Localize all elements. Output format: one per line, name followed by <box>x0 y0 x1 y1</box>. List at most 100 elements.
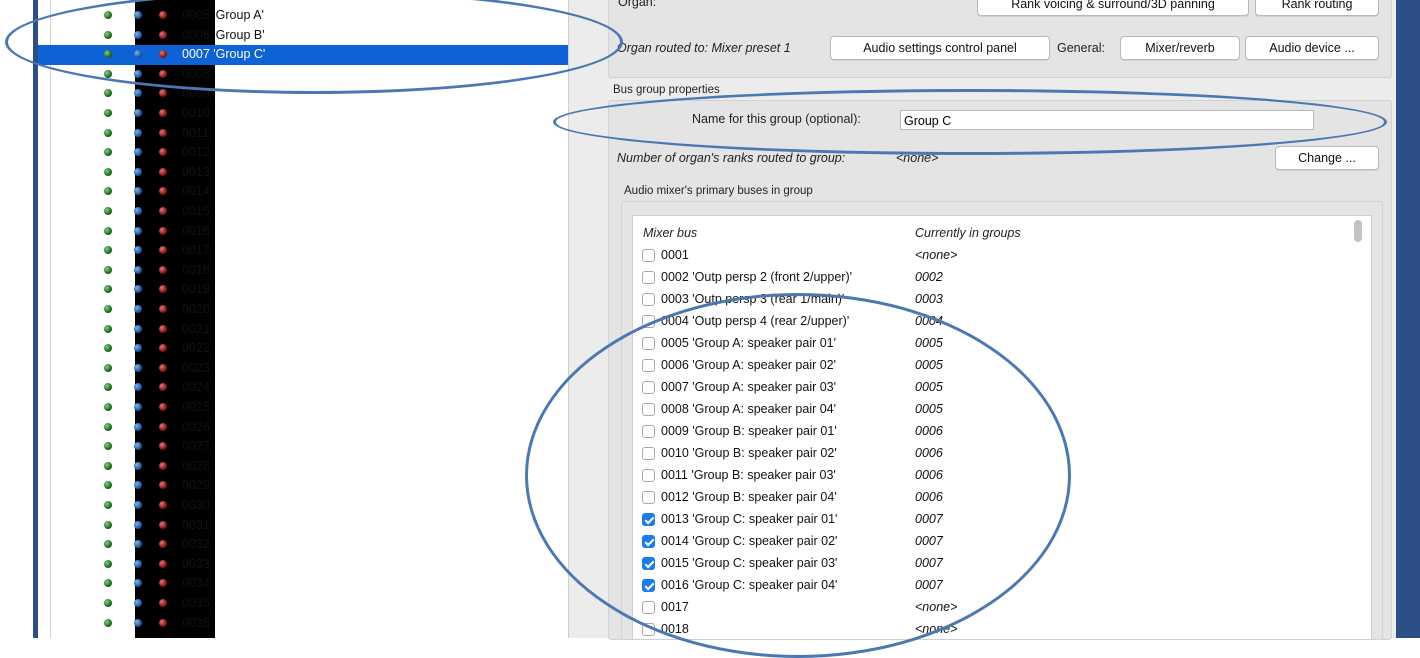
blue-led-icon[interactable] <box>134 305 142 313</box>
red-led-icon[interactable] <box>159 599 167 607</box>
blue-led-icon[interactable] <box>134 344 142 353</box>
blue-led-icon[interactable] <box>134 50 142 59</box>
mixer-bus-list[interactable]: Mixer bus Currently in groups 0001 <none>… <box>632 215 1372 640</box>
blue-led-icon[interactable] <box>134 30 142 39</box>
red-led-icon[interactable] <box>159 403 167 411</box>
blue-led-icon[interactable] <box>134 148 142 157</box>
green-led-icon[interactable] <box>104 69 112 78</box>
green-led-icon[interactable] <box>104 461 112 470</box>
red-led-icon[interactable] <box>159 559 167 568</box>
green-led-icon[interactable] <box>104 109 112 117</box>
red-led-icon[interactable] <box>159 422 167 431</box>
red-led-icon[interactable] <box>159 363 167 372</box>
blue-led-icon[interactable] <box>134 403 142 411</box>
red-led-icon[interactable] <box>159 207 167 215</box>
bus-checkbox[interactable] <box>642 315 655 328</box>
bus-checkbox[interactable] <box>642 403 655 416</box>
blue-led-icon[interactable] <box>134 422 142 431</box>
blue-led-icon[interactable] <box>134 69 142 78</box>
blue-led-icon[interactable] <box>134 618 142 627</box>
green-led-icon[interactable] <box>104 11 112 19</box>
group-row[interactable]: 0013 <box>38 163 568 183</box>
bus-checkbox[interactable] <box>642 535 655 548</box>
group-row[interactable]: 0015 <box>38 202 568 222</box>
green-led-icon[interactable] <box>104 618 112 627</box>
blue-led-icon[interactable] <box>134 520 142 529</box>
bus-checkbox[interactable] <box>642 601 655 614</box>
green-led-icon[interactable] <box>104 344 112 353</box>
bus-row[interactable]: 0014 'Group C: speaker pair 02' 0007 <box>641 532 1341 554</box>
blue-led-icon[interactable] <box>134 246 142 255</box>
red-led-icon[interactable] <box>159 226 167 235</box>
bus-checkbox[interactable] <box>642 425 655 438</box>
green-led-icon[interactable] <box>104 501 112 509</box>
group-row[interactable]: 0022 <box>38 339 568 359</box>
group-row[interactable]: 0019 <box>38 280 568 300</box>
red-led-icon[interactable] <box>159 344 167 353</box>
group-row[interactable]: 0017 <box>38 241 568 261</box>
group-row[interactable]: 0024 <box>38 378 568 398</box>
bus-row[interactable]: 0017 <none> <box>641 598 1341 620</box>
group-row[interactable]: 0010 <box>38 104 568 124</box>
green-led-icon[interactable] <box>104 599 112 607</box>
blue-led-icon[interactable] <box>134 501 142 509</box>
red-led-icon[interactable] <box>159 109 167 117</box>
group-row[interactable]: 0027 <box>38 437 568 457</box>
group-row[interactable]: 0033 <box>38 555 568 575</box>
bus-checkbox[interactable] <box>642 447 655 460</box>
bus-checkbox[interactable] <box>642 381 655 394</box>
green-led-icon[interactable] <box>104 50 112 59</box>
group-row[interactable]: 0011 <box>38 124 568 144</box>
blue-led-icon[interactable] <box>134 324 142 333</box>
green-led-icon[interactable] <box>104 383 112 392</box>
red-led-icon[interactable] <box>159 579 167 588</box>
green-led-icon[interactable] <box>104 285 112 294</box>
change-button[interactable]: Change ... <box>1275 146 1379 170</box>
bus-row[interactable]: 0003 'Outp persp 3 (rear 1/main)' 0003 <box>641 290 1341 312</box>
bus-row[interactable]: 0007 'Group A: speaker pair 03' 0005 <box>641 378 1341 400</box>
green-led-icon[interactable] <box>104 265 112 274</box>
green-led-icon[interactable] <box>104 30 112 39</box>
blue-led-icon[interactable] <box>134 109 142 117</box>
green-led-icon[interactable] <box>104 363 112 372</box>
red-led-icon[interactable] <box>159 246 167 255</box>
group-row[interactable]: 0023 <box>38 359 568 379</box>
red-led-icon[interactable] <box>159 187 167 196</box>
bus-row[interactable]: 0018 <none> <box>641 620 1341 639</box>
bus-row[interactable]: 0004 'Outp persp 4 (rear 2/upper)' 0004 <box>641 312 1341 334</box>
bus-row[interactable]: 0008 'Group A: speaker pair 04' 0005 <box>641 400 1341 422</box>
group-row[interactable]: 0006 'Group B' <box>38 26 568 46</box>
blue-led-icon[interactable] <box>134 89 142 98</box>
green-led-icon[interactable] <box>104 520 112 529</box>
bus-checkbox[interactable] <box>642 579 655 592</box>
blue-led-icon[interactable] <box>134 285 142 294</box>
bus-row[interactable]: 0016 'Group C: speaker pair 04' 0007 <box>641 576 1341 598</box>
red-led-icon[interactable] <box>159 167 167 176</box>
group-row[interactable]: 0020 <box>38 300 568 320</box>
bus-checkbox[interactable] <box>642 513 655 526</box>
group-row[interactable]: 0036 <box>38 614 568 634</box>
green-led-icon[interactable] <box>104 167 112 176</box>
green-led-icon[interactable] <box>104 559 112 568</box>
red-led-icon[interactable] <box>159 540 167 549</box>
blue-led-icon[interactable] <box>134 383 142 392</box>
mixer-reverb-button[interactable]: Mixer/reverb <box>1120 36 1240 60</box>
red-led-icon[interactable] <box>159 481 167 490</box>
blue-led-icon[interactable] <box>134 187 142 196</box>
group-row[interactable]: 0014 <box>38 182 568 202</box>
blue-led-icon[interactable] <box>134 167 142 176</box>
group-row[interactable]: 0025 <box>38 398 568 418</box>
bus-row[interactable]: 0012 'Group B: speaker pair 04' 0006 <box>641 488 1341 510</box>
blue-led-icon[interactable] <box>134 461 142 470</box>
bus-row[interactable]: 0015 'Group C: speaker pair 03' 0007 <box>641 554 1341 576</box>
red-led-icon[interactable] <box>159 89 167 98</box>
bus-row[interactable]: 0013 'Group C: speaker pair 01' 0007 <box>641 510 1341 532</box>
red-led-icon[interactable] <box>159 520 167 529</box>
blue-led-icon[interactable] <box>134 559 142 568</box>
blue-led-icon[interactable] <box>134 599 142 607</box>
green-led-icon[interactable] <box>104 442 112 451</box>
green-led-icon[interactable] <box>104 246 112 255</box>
group-row[interactable]: 0009 <box>38 84 568 104</box>
group-row[interactable]: 0005 'Group A' <box>38 6 568 26</box>
bus-checkbox[interactable] <box>642 491 655 504</box>
